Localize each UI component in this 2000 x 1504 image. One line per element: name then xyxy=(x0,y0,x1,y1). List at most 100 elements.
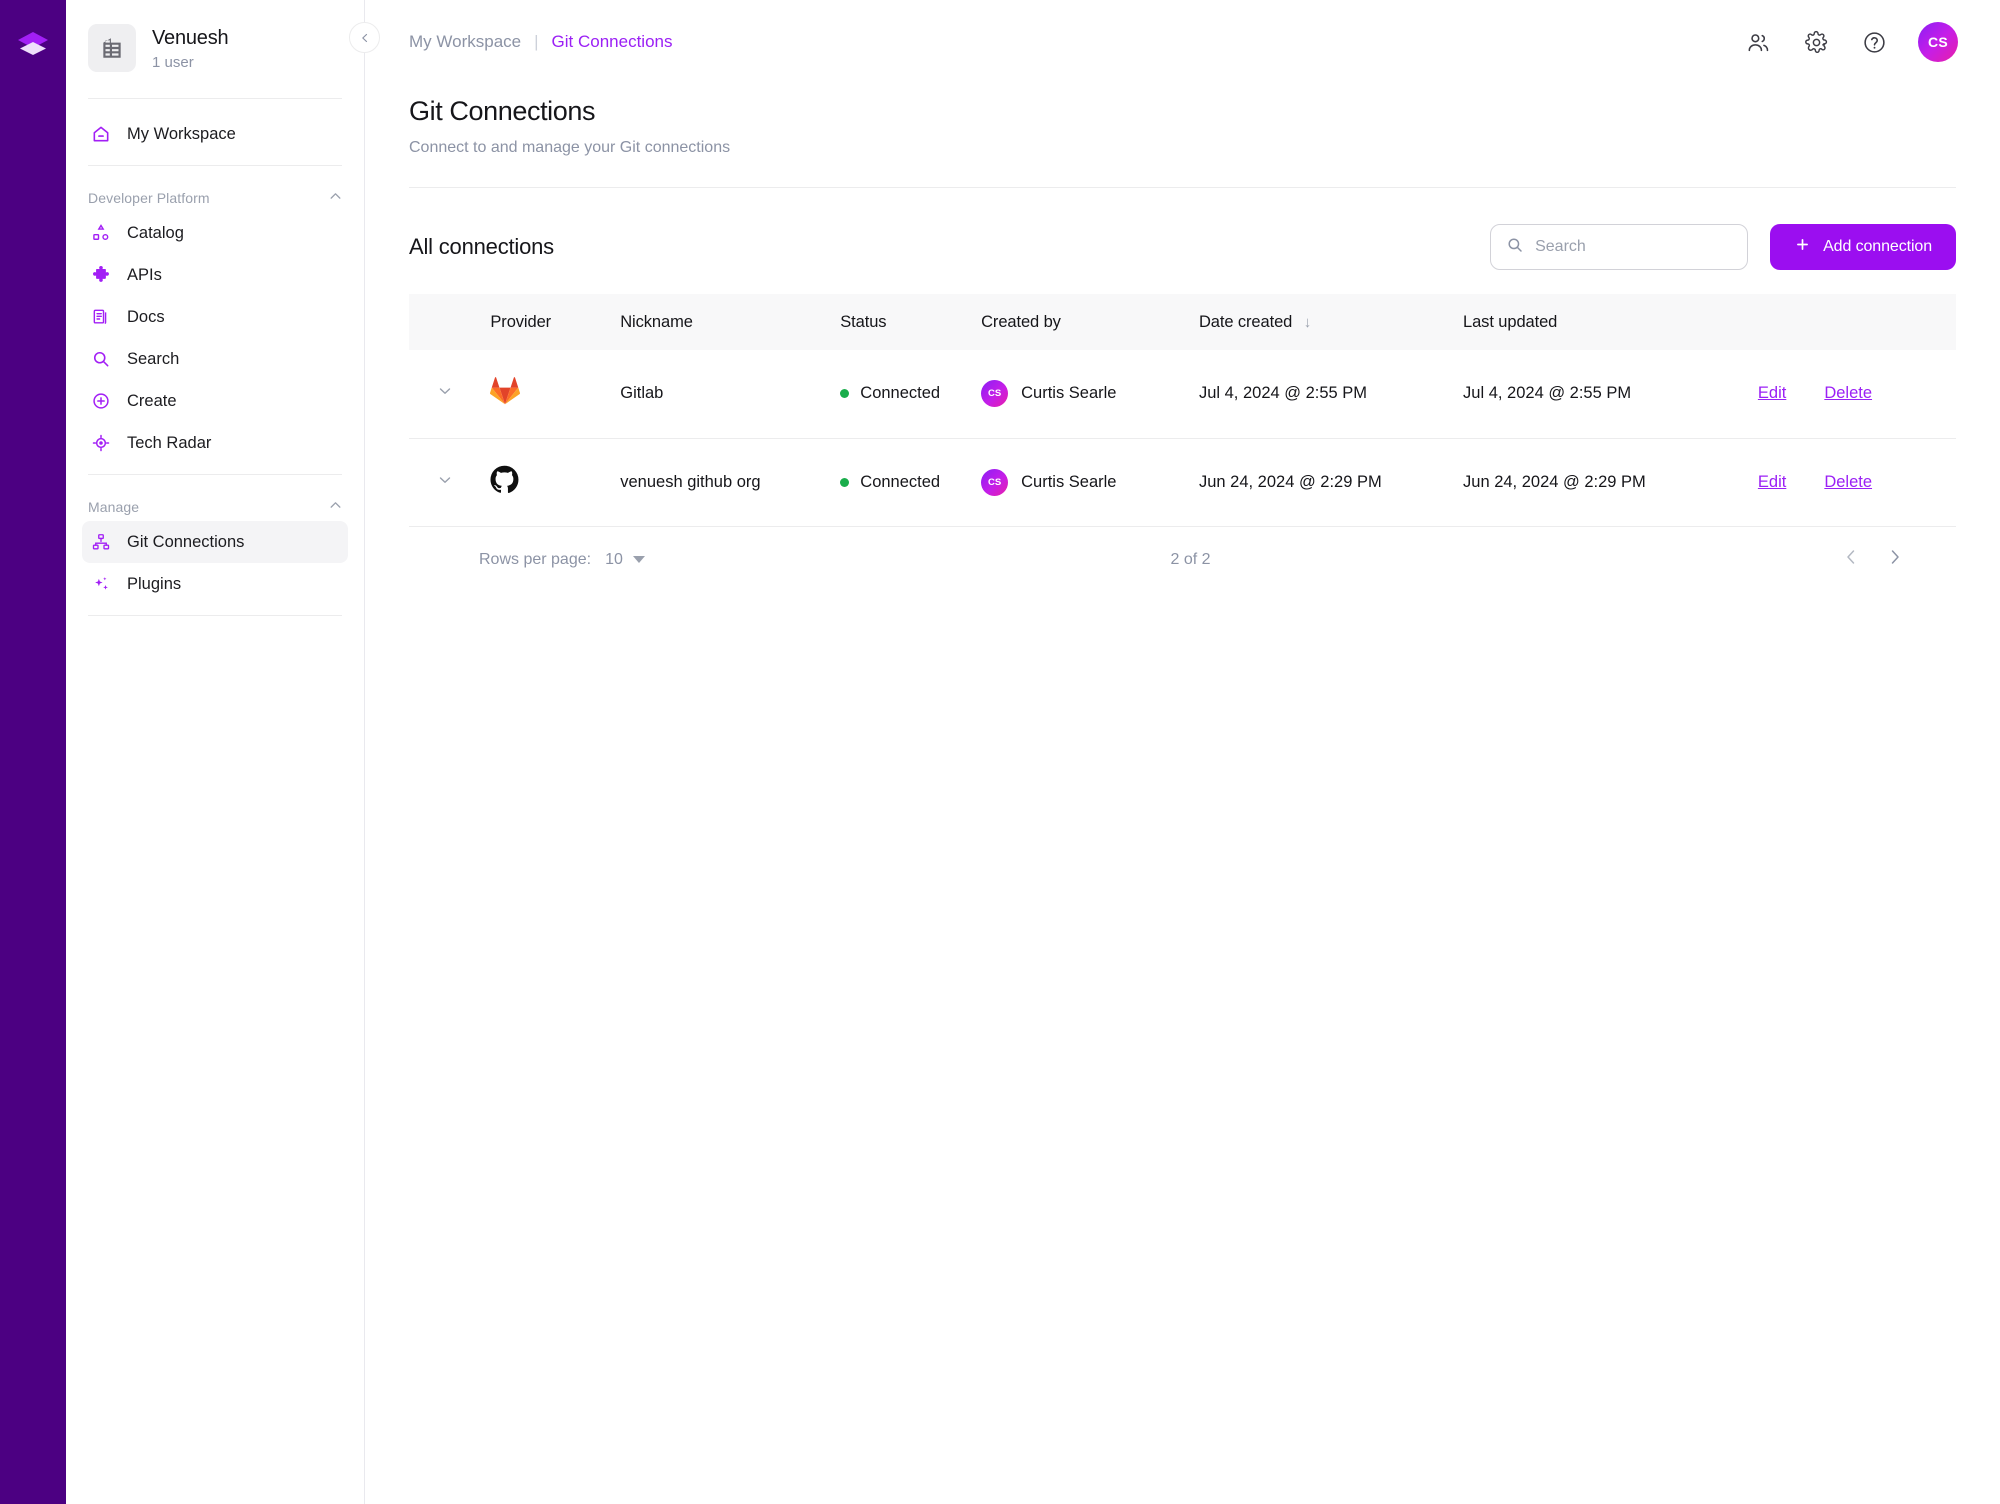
column-header-status[interactable]: Status xyxy=(840,294,981,350)
sidebar-top-section: My Workspace xyxy=(66,99,364,165)
column-header-last-updated[interactable]: Last updated xyxy=(1463,294,1758,350)
sidebar-item-my-workspace[interactable]: My Workspace xyxy=(82,113,348,155)
plus-icon xyxy=(1794,236,1811,258)
search-box[interactable] xyxy=(1490,224,1748,270)
radar-icon xyxy=(90,432,112,454)
search-input[interactable] xyxy=(1535,238,1732,256)
column-header-nickname[interactable]: Nickname xyxy=(620,294,840,350)
add-connection-button[interactable]: Add connection xyxy=(1770,224,1956,270)
cell-last-updated: Jun 24, 2024 @ 2:29 PM xyxy=(1463,438,1758,526)
puzzle-icon xyxy=(90,264,112,286)
sidebar-item-label: Docs xyxy=(127,308,165,327)
delete-link[interactable]: Delete xyxy=(1824,473,1872,492)
sidebar-group-header-manage[interactable]: Manage xyxy=(66,489,364,521)
sidebar-item-apis[interactable]: APIs xyxy=(82,254,348,296)
table-row[interactable]: Gitlab Connected CS Curtis Searle xyxy=(409,350,1956,438)
delete-link[interactable]: Delete xyxy=(1824,384,1872,403)
sidebar-item-catalog[interactable]: Catalog xyxy=(82,212,348,254)
rows-per-page: Rows per page: 10 xyxy=(479,551,645,569)
pagination-count: 2 of 2 xyxy=(1170,551,1210,569)
status-label: Connected xyxy=(860,473,940,492)
gear-icon[interactable] xyxy=(1802,28,1830,56)
sparkles-icon xyxy=(90,573,112,595)
cell-created-by: CS Curtis Searle xyxy=(981,438,1199,526)
chevron-down-icon[interactable] xyxy=(409,383,490,404)
row-expand-cell[interactable] xyxy=(409,350,490,438)
connections-table-wrapper: Provider Nickname Status Created by Date… xyxy=(365,270,2000,593)
sidebar-group-header-developer-platform[interactable]: Developer Platform xyxy=(66,180,364,212)
sidebar-collapse-button[interactable] xyxy=(349,22,380,53)
people-icon[interactable] xyxy=(1744,28,1772,56)
chevron-right-icon[interactable] xyxy=(1888,548,1902,572)
sidebar-item-label: Catalog xyxy=(127,224,184,243)
sidebar-group-label: Manage xyxy=(88,499,139,515)
sidebar-item-label: Search xyxy=(127,350,179,369)
layers-logo-icon[interactable] xyxy=(13,26,53,66)
sidebar-group-developer-platform: Developer Platform Catalog xyxy=(66,166,364,474)
row-expand-cell[interactable] xyxy=(409,438,490,526)
column-header-provider[interactable]: Provider xyxy=(490,294,620,350)
chevron-down-icon xyxy=(633,556,645,563)
cell-nickname: venuesh github org xyxy=(620,438,840,526)
column-header-expand xyxy=(409,294,490,350)
created-by-name: Curtis Searle xyxy=(1021,473,1116,492)
toolbar-controls: Add connection xyxy=(1490,224,1956,270)
search-icon xyxy=(90,348,112,370)
chevron-up-icon[interactable] xyxy=(329,499,342,515)
help-circle-icon[interactable] xyxy=(1860,28,1888,56)
created-by-name: Curtis Searle xyxy=(1021,384,1116,403)
brand-rail xyxy=(0,0,66,1504)
workspace-header[interactable]: Venuesh 1 user xyxy=(66,0,364,98)
breadcrumb: My Workspace | Git Connections xyxy=(409,32,672,52)
table-body: Gitlab Connected CS Curtis Searle xyxy=(409,350,1956,526)
sidebar-item-label: Tech Radar xyxy=(127,434,211,453)
breadcrumb-item-my-workspace[interactable]: My Workspace xyxy=(409,32,521,52)
avatar[interactable]: CS xyxy=(1918,22,1958,62)
column-header-created-by[interactable]: Created by xyxy=(981,294,1199,350)
sidebar-item-label: Plugins xyxy=(127,575,181,594)
github-icon xyxy=(490,480,519,498)
sidebar: Venuesh 1 user My Workspace Developer Pl… xyxy=(66,0,365,1504)
sidebar-item-plugins[interactable]: Plugins xyxy=(82,563,348,605)
add-connection-label: Add connection xyxy=(1823,238,1932,256)
avatar: CS xyxy=(981,380,1008,407)
pagination: Rows per page: 10 2 of 2 xyxy=(409,527,1956,593)
plus-circle-icon xyxy=(90,390,112,412)
sidebar-item-search[interactable]: Search xyxy=(82,338,348,380)
sidebar-group-label: Developer Platform xyxy=(88,190,210,206)
workspace-user-count: 1 user xyxy=(152,54,228,71)
topbar-actions: CS xyxy=(1744,22,1958,62)
cell-date-created: Jul 4, 2024 @ 2:55 PM xyxy=(1199,350,1463,438)
rows-per-page-select[interactable]: 10 xyxy=(605,551,645,569)
sidebar-item-label: My Workspace xyxy=(127,125,236,144)
chevron-up-icon[interactable] xyxy=(329,190,342,206)
chevron-left-icon[interactable] xyxy=(1844,548,1858,572)
sidebar-item-docs[interactable]: Docs xyxy=(82,296,348,338)
table-row[interactable]: venuesh github org Connected CS Curtis S… xyxy=(409,438,1956,526)
status-dot xyxy=(840,389,849,398)
edit-link[interactable]: Edit xyxy=(1758,384,1786,403)
column-header-date-created[interactable]: Date created ↓ xyxy=(1199,294,1463,350)
edit-link[interactable]: Edit xyxy=(1758,473,1786,492)
cell-provider xyxy=(490,350,620,438)
topbar: My Workspace | Git Connections xyxy=(365,0,2000,84)
cell-nickname: Gitlab xyxy=(620,350,840,438)
sitemap-icon xyxy=(90,531,112,553)
breadcrumb-separator: | xyxy=(534,32,538,52)
sidebar-item-create[interactable]: Create xyxy=(82,380,348,422)
sidebar-divider-4 xyxy=(88,615,342,616)
catalog-icon xyxy=(90,222,112,244)
connections-table: Provider Nickname Status Created by Date… xyxy=(409,294,1956,527)
cell-last-updated: Jul 4, 2024 @ 2:55 PM xyxy=(1463,350,1758,438)
chevron-left-icon xyxy=(360,33,370,43)
column-header-date-created-label: Date created xyxy=(1199,313,1292,331)
sidebar-item-git-connections[interactable]: Git Connections xyxy=(82,521,348,563)
sidebar-item-tech-radar[interactable]: Tech Radar xyxy=(82,422,348,464)
page-title: Git Connections xyxy=(409,96,1956,127)
table-head: Provider Nickname Status Created by Date… xyxy=(409,294,1956,350)
sidebar-group-manage: Manage Git Connections xyxy=(66,475,364,615)
status-label: Connected xyxy=(860,384,940,403)
breadcrumb-item-git-connections[interactable]: Git Connections xyxy=(552,32,673,52)
chevron-down-icon[interactable] xyxy=(409,472,490,493)
rows-per-page-label: Rows per page: xyxy=(479,551,591,569)
